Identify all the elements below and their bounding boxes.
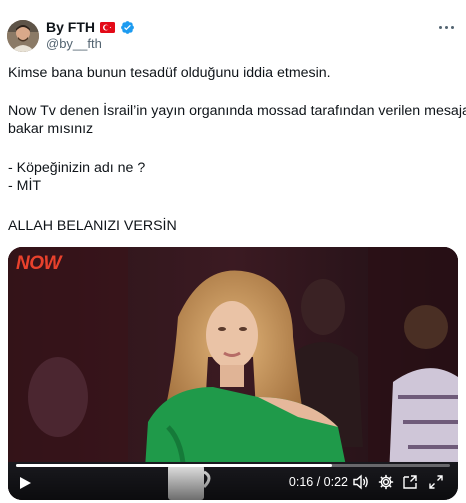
video-controls: 0:16 / 0:22 [8, 460, 458, 500]
settings-gear-icon[interactable] [378, 474, 394, 490]
picture-in-picture-icon[interactable] [402, 474, 418, 490]
video-progress-bar[interactable] [16, 464, 450, 467]
volume-icon[interactable] [353, 474, 369, 490]
fullscreen-icon[interactable] [428, 474, 444, 490]
verified-badge-icon[interactable] [120, 20, 135, 35]
tweet-text-line: Kimse bana bunun tesadüf olduğunu iddia … [8, 65, 331, 81]
tweet-text-line: bakar mısınız [8, 121, 94, 137]
author-display-name[interactable]: By FTH [46, 19, 95, 35]
avatar[interactable] [7, 20, 39, 52]
turkey-flag-icon [100, 21, 115, 33]
play-icon[interactable] [18, 476, 32, 490]
video-player[interactable]: NOW 0:16 / 0:22 [8, 247, 458, 500]
tweet-text-line: Now Tv denen İsrail’in yayın organında m… [8, 103, 466, 119]
tweet-text-line: - MİT [8, 178, 42, 194]
more-options-button[interactable] [436, 20, 456, 34]
tweet-text-line: ALLAH BELANIZI VERSİN [8, 218, 177, 234]
video-time-display: 0:16 / 0:22 [288, 475, 348, 489]
author-handle[interactable]: @by__fth [46, 36, 102, 51]
video-progress-fill [16, 464, 332, 467]
channel-logo: NOW [16, 253, 61, 274]
more-horizontal-icon [438, 25, 442, 29]
tweet-text-line: - Köpeğinizin adı ne ? [8, 160, 146, 176]
